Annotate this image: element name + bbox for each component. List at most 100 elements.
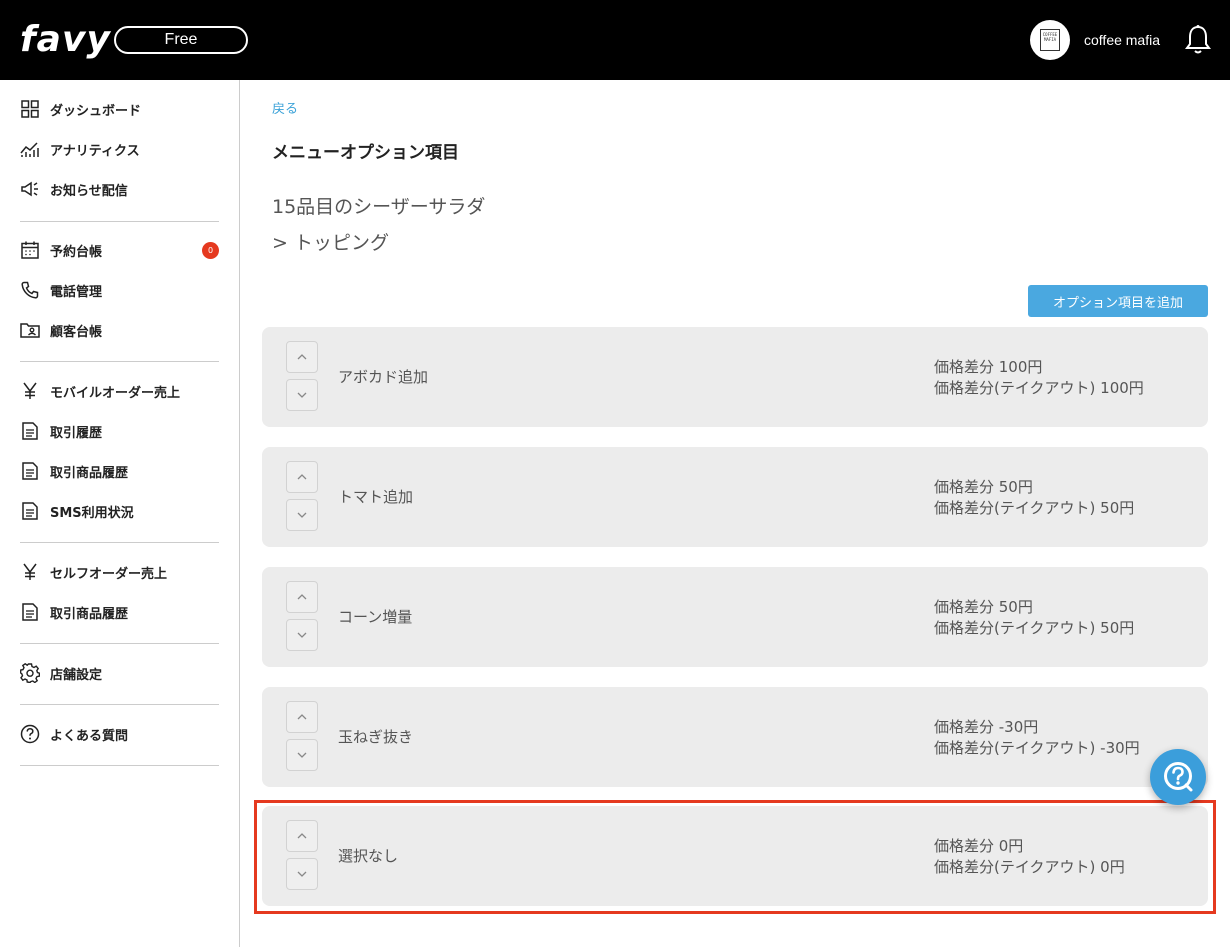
sidebar-item-notifications[interactable]: お知らせ配信 xyxy=(20,169,219,209)
customer-folder-icon xyxy=(20,320,40,340)
document-icon xyxy=(20,501,40,521)
document-icon xyxy=(20,602,40,622)
sidebar-divider xyxy=(20,765,219,766)
sidebar-item-reservations[interactable]: 予約台帳 0 xyxy=(20,230,219,270)
phone-icon xyxy=(20,280,40,300)
gear-icon xyxy=(20,663,40,683)
move-down-button[interactable] xyxy=(286,499,318,531)
calendar-icon xyxy=(20,240,40,260)
sidebar-item-sms-usage[interactable]: SMS利用状況 xyxy=(20,491,219,531)
nav-group-mobile-order: モバイルオーダー売上 取引履歴 取引商品履歴 SMS利用状況 xyxy=(0,371,239,531)
option-price-diff: 価格差分 50円 xyxy=(934,598,1033,616)
chevron-down-icon xyxy=(297,392,307,398)
option-takeout-price-diff: 価格差分(テイクアウト) 100円 xyxy=(934,379,1144,397)
favy-logo[interactable]: favy xyxy=(20,18,111,62)
nav-group-faq: よくある質問 xyxy=(0,714,239,754)
page-title: メニューオプション項目 xyxy=(272,143,459,163)
sidebar-item-label: アナリティクス xyxy=(50,143,140,159)
move-up-button[interactable] xyxy=(286,461,318,493)
sidebar-item-transaction-history[interactable]: 取引履歴 xyxy=(20,411,219,451)
sidebar-item-analytics[interactable]: アナリティクス xyxy=(20,129,219,169)
option-price-diff: 価格差分 50円 xyxy=(934,478,1033,496)
sidebar-item-label: セルフオーダー売上 xyxy=(50,566,168,582)
megaphone-icon xyxy=(20,179,40,199)
sidebar-item-label: SMS利用状況 xyxy=(50,505,134,521)
option-item-name[interactable]: トマト追加 xyxy=(338,486,413,507)
sidebar-item-mobile-order-sales[interactable]: モバイルオーダー売上 xyxy=(20,371,219,411)
plan-badge[interactable]: Free xyxy=(114,26,248,54)
sidebar-item-label: 取引商品履歴 xyxy=(50,465,129,481)
chevron-up-icon xyxy=(297,474,307,480)
yen-icon xyxy=(20,562,40,582)
help-chat-button[interactable] xyxy=(1150,749,1206,805)
menu-item-name: 15品目のシーザーサラダ xyxy=(272,196,486,218)
document-icon xyxy=(20,421,40,441)
sidebar-item-label: お知らせ配信 xyxy=(50,183,128,199)
option-item-card: コーン増量 価格差分 50円 価格差分(テイクアウト) 50円 xyxy=(262,567,1208,667)
nav-group-main: ダッシュボード アナリティクス お知らせ配信 xyxy=(0,89,239,209)
bell-icon[interactable] xyxy=(1184,24,1212,56)
sidebar-item-label: 取引商品履歴 xyxy=(50,606,129,622)
sidebar: ダッシュボード アナリティクス お知らせ配信 予約台帳 0 電話管理 顧客台帳 … xyxy=(0,80,240,947)
option-item-card: 玉ねぎ抜き 価格差分 -30円 価格差分(テイクアウト) -30円 xyxy=(262,687,1208,787)
sidebar-item-faq[interactable]: よくある質問 xyxy=(20,714,219,754)
chevron-up-icon xyxy=(297,594,307,600)
sidebar-item-label: 予約台帳 xyxy=(50,244,103,260)
option-item-name[interactable]: アボカド追加 xyxy=(338,366,428,387)
sidebar-item-phone[interactable]: 電話管理 xyxy=(20,270,219,310)
option-item-name[interactable]: 玉ねぎ抜き xyxy=(338,726,413,747)
chevron-up-icon xyxy=(297,833,307,839)
chevron-down-icon xyxy=(297,632,307,638)
sidebar-item-label: 顧客台帳 xyxy=(50,324,103,340)
option-item-name[interactable]: 選択なし xyxy=(338,845,398,866)
store-name[interactable]: coffee mafia xyxy=(1084,30,1160,50)
option-item-card-selected: 選択なし 価格差分 0円 価格差分(テイクアウト) 0円 xyxy=(262,806,1208,906)
option-takeout-price-diff: 価格差分(テイクアウト) -30円 xyxy=(934,739,1140,757)
sidebar-item-label: モバイルオーダー売上 xyxy=(50,385,181,401)
chevron-up-icon xyxy=(297,714,307,720)
sidebar-divider xyxy=(20,361,219,362)
sidebar-item-label: 店舗設定 xyxy=(50,667,103,683)
help-question-icon xyxy=(1164,762,1193,792)
sidebar-item-self-order-sales[interactable]: セルフオーダー売上 xyxy=(20,552,219,592)
chevron-down-icon xyxy=(297,512,307,518)
option-takeout-price-diff: 価格差分(テイクアウト) 50円 xyxy=(934,499,1135,517)
chevron-down-icon xyxy=(297,752,307,758)
move-down-button[interactable] xyxy=(286,379,318,411)
top-header: favy Free COFFEE MAFIA coffee mafia xyxy=(0,0,1230,80)
nav-group-reservations: 予約台帳 0 電話管理 顧客台帳 xyxy=(0,230,239,350)
sidebar-item-label: ダッシュボード xyxy=(50,103,142,119)
sidebar-item-customers[interactable]: 顧客台帳 xyxy=(20,310,219,350)
move-up-button[interactable] xyxy=(286,341,318,373)
sidebar-divider xyxy=(20,704,219,705)
sidebar-item-dashboard[interactable]: ダッシュボード xyxy=(20,89,219,129)
move-down-button[interactable] xyxy=(286,619,318,651)
move-up-button[interactable] xyxy=(286,820,318,852)
chevron-down-icon xyxy=(297,871,307,877)
option-group-name: > トッピング xyxy=(272,232,389,254)
move-down-button[interactable] xyxy=(286,739,318,771)
question-icon xyxy=(20,724,40,744)
sidebar-item-product-history[interactable]: 取引商品履歴 xyxy=(20,451,219,491)
option-takeout-price-diff: 価格差分(テイクアウト) 0円 xyxy=(934,858,1125,876)
analytics-icon xyxy=(20,139,40,159)
option-price-diff: 価格差分 -30円 xyxy=(934,718,1039,736)
store-avatar[interactable]: COFFEE MAFIA xyxy=(1030,20,1070,60)
chevron-up-icon xyxy=(297,354,307,360)
move-down-button[interactable] xyxy=(286,858,318,890)
back-link[interactable]: 戻る xyxy=(272,98,298,117)
add-option-item-button[interactable]: オプション項目を追加 xyxy=(1028,285,1208,317)
sidebar-divider xyxy=(20,221,219,222)
move-up-button[interactable] xyxy=(286,581,318,613)
dashboard-icon xyxy=(20,99,40,119)
sidebar-item-store-settings[interactable]: 店舗設定 xyxy=(20,653,219,693)
option-item-name[interactable]: コーン増量 xyxy=(338,606,412,627)
option-takeout-price-diff: 価格差分(テイクアウト) 50円 xyxy=(934,619,1135,637)
move-up-button[interactable] xyxy=(286,701,318,733)
yen-icon xyxy=(20,381,40,401)
sidebar-item-self-order-product-history[interactable]: 取引商品履歴 xyxy=(20,592,219,632)
document-icon xyxy=(20,461,40,481)
option-price-diff: 価格差分 100円 xyxy=(934,358,1043,376)
nav-group-self-order: セルフオーダー売上 取引商品履歴 xyxy=(0,552,239,632)
store-avatar-logo: COFFEE MAFIA xyxy=(1040,29,1060,51)
